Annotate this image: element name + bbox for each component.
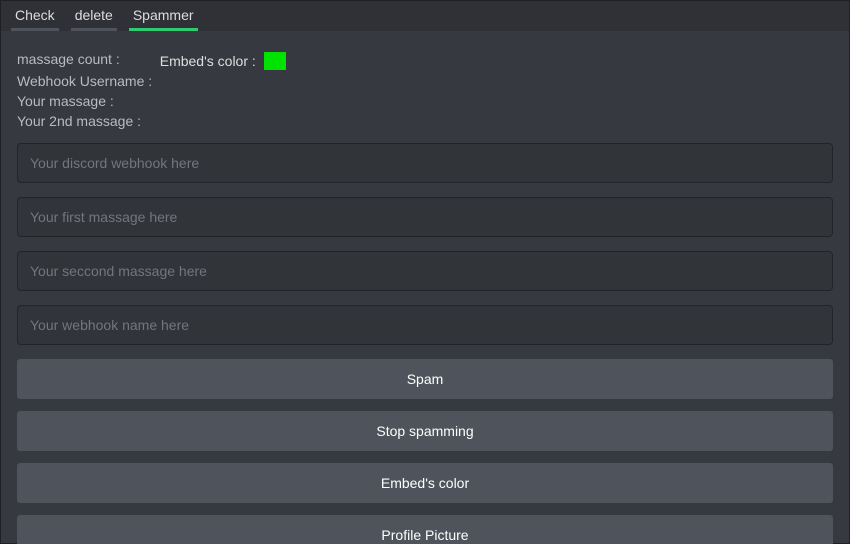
embeds-color-button[interactable]: Embed's color	[17, 463, 833, 503]
action-buttons: Spam Stop spamming Embed's color Profile…	[17, 359, 833, 544]
tab-panel-spammer: massage count : Embed's color : Webhook …	[1, 31, 849, 544]
your-2nd-massage-label: Your 2nd massage :	[17, 113, 833, 129]
info-row-top: massage count : Embed's color :	[17, 51, 833, 71]
your-massage-label: Your massage :	[17, 93, 833, 109]
tab-check[interactable]: Check	[11, 4, 59, 31]
tab-spammer[interactable]: Spammer	[129, 4, 198, 31]
input-fields	[17, 143, 833, 345]
spam-button[interactable]: Spam	[17, 359, 833, 399]
webhook-username-label: Webhook Username :	[17, 73, 833, 89]
first-massage-input[interactable]	[17, 197, 833, 237]
webhook-name-input[interactable]	[17, 305, 833, 345]
second-massage-input[interactable]	[17, 251, 833, 291]
tab-delete[interactable]: delete	[71, 4, 117, 31]
massage-count-label: massage count :	[17, 51, 120, 67]
profile-picture-button[interactable]: Profile Picture	[17, 515, 833, 544]
stop-spamming-button[interactable]: Stop spamming	[17, 411, 833, 451]
tab-bar: Check delete Spammer	[1, 1, 849, 31]
embed-color-swatch	[264, 52, 286, 70]
webhook-input[interactable]	[17, 143, 833, 183]
embed-color-label-wrap: Embed's color :	[160, 51, 286, 71]
embed-color-label: Embed's color :	[160, 53, 256, 69]
